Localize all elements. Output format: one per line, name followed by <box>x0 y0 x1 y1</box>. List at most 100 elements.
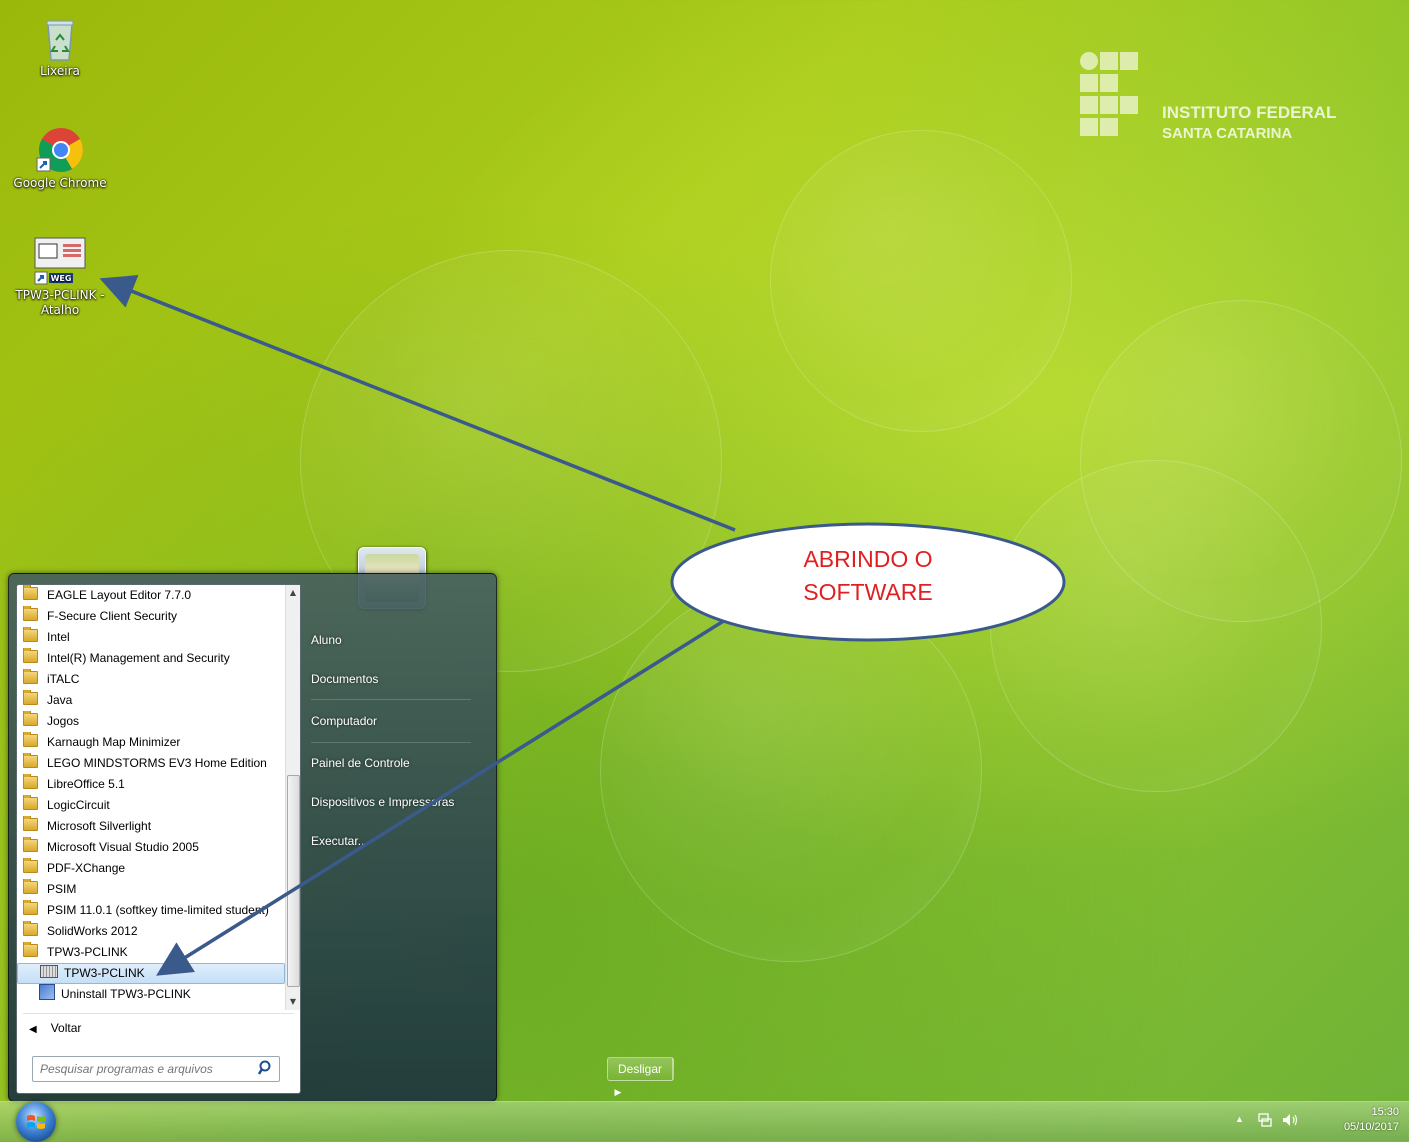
program-label: EAGLE Layout Editor 7.7.0 <box>47 588 192 602</box>
start-menu-programs-pane: EAGLE Layout Editor 7.7.0 F-Secure Client… <box>16 584 301 1094</box>
program-label: Java <box>47 693 73 707</box>
desktop-icon-google-chrome[interactable]: Google Chrome <box>10 126 110 191</box>
programs-scrollbar[interactable]: ▲ ▼ <box>285 585 300 1010</box>
start-menu: EAGLE Layout Editor 7.7.0 F-Secure Client… <box>8 573 675 1102</box>
program-folder-item[interactable]: LEGO MINDSTORMS EV3 Home Edition <box>17 753 285 774</box>
program-folder-item[interactable]: PSIM <box>17 879 285 900</box>
program-folder-item[interactable]: Microsoft Visual Studio 2005 <box>17 837 285 858</box>
program-label: Microsoft Silverlight <box>47 819 152 833</box>
folder-icon <box>23 648 38 663</box>
program-folder-item[interactable]: SolidWorks 2012 <box>17 921 285 942</box>
program-label: SolidWorks 2012 <box>47 924 138 938</box>
program-folder-item[interactable]: F-Secure Client Security <box>17 606 285 627</box>
shutdown-button-group: Desligar▶ <box>607 1057 675 1098</box>
taskbar <box>0 1101 1409 1142</box>
wallpaper-bubble <box>1080 300 1402 622</box>
folder-icon <box>23 858 38 873</box>
menu-item-control-panel[interactable]: Painel de Controle <box>311 756 410 770</box>
callout-text: ABRINDO O SOFTWARE <box>670 543 1066 609</box>
program-folder-item[interactable]: LibreOffice 5.1 <box>17 774 285 795</box>
svg-text:WEG: WEG <box>51 274 72 283</box>
all-programs-list: EAGLE Layout Editor 7.7.0 F-Secure Client… <box>17 585 285 1010</box>
program-folder-item[interactable]: PDF-XChange <box>17 858 285 879</box>
program-label: PDF-XChange <box>47 861 126 875</box>
scroll-up-arrow-icon[interactable]: ▲ <box>286 585 300 601</box>
scroll-down-arrow-icon[interactable]: ▼ <box>286 994 300 1010</box>
callout-line-1: ABRINDO O <box>803 546 933 572</box>
menu-item-devices-printers[interactable]: Dispositivos e Impressoras <box>311 795 454 809</box>
volume-icon[interactable] <box>1281 1112 1299 1131</box>
tpw3-pclink-icon: WEG <box>33 236 87 286</box>
program-folder-item[interactable]: Jogos <box>17 711 285 732</box>
show-hidden-icons-icon[interactable]: ▲ <box>1235 1114 1244 1124</box>
uninstall-icon <box>39 984 55 1000</box>
logo-line-1: INSTITUTO FEDERAL <box>1162 103 1337 122</box>
start-menu-right-pane: Aluno Documentos Computador Painel de Co… <box>305 574 675 1101</box>
program-label: Microsoft Visual Studio 2005 <box>47 840 199 854</box>
search-input[interactable] <box>38 1058 252 1080</box>
search-box[interactable] <box>32 1056 280 1082</box>
ifsc-logo-text: INSTITUTO FEDERAL SANTA CATARINA <box>1162 102 1336 144</box>
scrollbar-thumb[interactable] <box>287 775 300 987</box>
program-label: Intel(R) Management and Security <box>47 651 230 665</box>
program-folder-item[interactable]: TPW3-PCLINK <box>17 942 285 963</box>
folder-icon <box>23 795 38 810</box>
wallpaper-bubble <box>600 580 982 962</box>
program-folder-item[interactable]: Intel <box>17 627 285 648</box>
folder-icon <box>23 669 38 684</box>
folder-icon <box>23 627 38 642</box>
program-item-tpw3-pclink[interactable]: TPW3-PCLINK <box>17 963 285 984</box>
program-folder-item[interactable]: iTALC <box>17 669 285 690</box>
folder-icon <box>23 816 38 831</box>
program-folder-item[interactable]: Microsoft Silverlight <box>17 816 285 837</box>
folder-icon <box>23 774 38 789</box>
program-folder-item[interactable]: Karnaugh Map Minimizer <box>17 732 285 753</box>
folder-icon <box>23 732 38 747</box>
folder-icon <box>23 837 38 852</box>
callout-line-2: SOFTWARE <box>803 579 933 605</box>
folder-icon <box>23 921 38 936</box>
program-folder-item[interactable]: PSIM 11.0.1 (softkey time-limited studen… <box>17 900 285 921</box>
folder-icon <box>23 690 38 705</box>
program-label: iTALC <box>47 672 80 686</box>
windows-flag-icon <box>27 1115 45 1129</box>
program-label: LibreOffice 5.1 <box>47 777 125 791</box>
clock[interactable]: 15:30 05/10/2017 <box>1344 1105 1399 1135</box>
program-folder-item[interactable]: EAGLE Layout Editor 7.7.0 <box>17 585 285 606</box>
desktop-icon-label: TPW3-PCLINK - Atalho <box>15 288 105 317</box>
menu-item-user-folder[interactable]: Aluno <box>311 633 342 647</box>
system-tray: ▲ 15:30 05/10/2017 <box>1229 1101 1399 1141</box>
menu-item-run[interactable]: Executar... <box>311 834 368 848</box>
folder-icon <box>23 585 38 600</box>
program-label: TPW3-PCLINK <box>64 966 145 980</box>
back-button[interactable]: ◀ Voltar <box>29 1016 81 1042</box>
folder-icon <box>23 711 38 726</box>
program-label: Uninstall TPW3-PCLINK <box>61 987 191 1001</box>
menu-item-computer[interactable]: Computador <box>311 714 377 728</box>
clock-time: 15:30 <box>1371 1106 1399 1118</box>
desktop-icon-recycle-bin[interactable]: Lixeira <box>10 18 110 79</box>
program-item-uninstall-tpw3-pclink[interactable]: Uninstall TPW3-PCLINK <box>17 984 285 1005</box>
program-label: PSIM 11.0.1 (softkey time-limited studen… <box>47 903 269 917</box>
folder-icon <box>23 900 38 915</box>
folder-icon <box>23 879 38 894</box>
tpw3-pclink-app-icon <box>40 965 58 978</box>
program-folder-item[interactable]: Intel(R) Management and Security <box>17 648 285 669</box>
program-folder-item[interactable]: Java <box>17 690 285 711</box>
recycle-bin-icon <box>44 18 76 62</box>
program-label: Karnaugh Map Minimizer <box>47 735 181 749</box>
menu-item-documents[interactable]: Documentos <box>311 672 378 686</box>
search-icon[interactable] <box>257 1060 271 1076</box>
wallpaper-bubble <box>770 130 1072 432</box>
shutdown-button[interactable]: Desligar <box>608 1058 674 1080</box>
folder-icon <box>23 753 38 768</box>
clock-date: 05/10/2017 <box>1343 1121 1399 1133</box>
program-label: F-Secure Client Security <box>47 609 178 623</box>
program-label: PSIM <box>47 882 77 896</box>
desktop-icon-tpw3-pclink-shortcut[interactable]: WEG TPW3-PCLINK - Atalho <box>10 236 110 318</box>
start-button[interactable] <box>16 1102 56 1142</box>
network-icon[interactable] <box>1257 1112 1273 1131</box>
folder-icon <box>23 606 38 621</box>
program-folder-item[interactable]: LogicCircuit <box>17 795 285 816</box>
menu-separator <box>311 699 471 700</box>
